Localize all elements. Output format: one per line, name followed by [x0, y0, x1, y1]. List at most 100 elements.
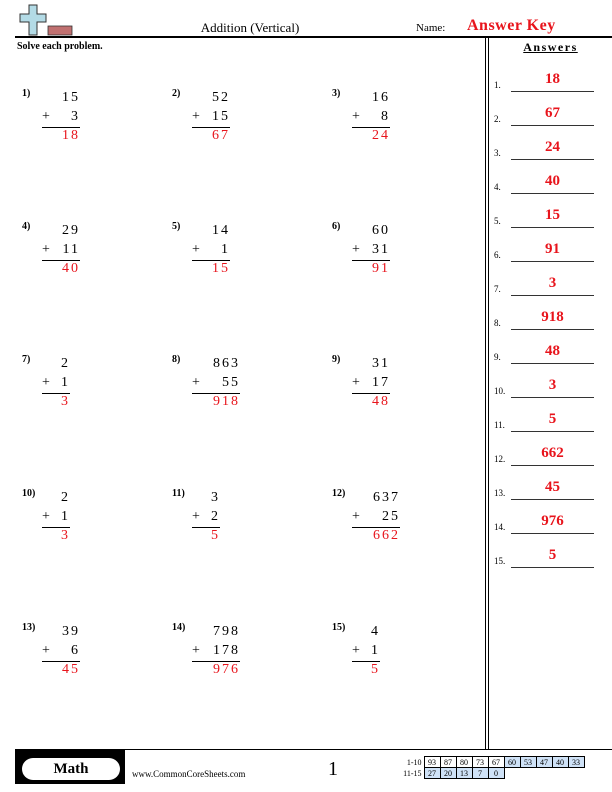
score-cell: 0	[487, 767, 505, 779]
answer-row: 2. 67	[494, 105, 609, 126]
answer-value: 918	[541, 309, 564, 325]
answer-blank-line	[511, 124, 594, 126]
sum-answer: 5	[211, 528, 220, 543]
addend-row: +17	[352, 375, 390, 394]
answer-row: 15. 5	[494, 547, 609, 568]
answer-value: 91	[545, 241, 560, 257]
sum-answer: 5	[371, 662, 380, 677]
sum-answer: 662	[373, 528, 400, 543]
problem-number: 11)	[172, 488, 185, 499]
addend-top: 60	[372, 223, 390, 238]
answer-blank-line	[511, 226, 594, 228]
problem-number: 14)	[172, 622, 186, 633]
problem-stack: 798 +178 976	[192, 624, 240, 681]
problem-number: 13)	[22, 622, 36, 633]
problem-stack: 4 +1 5	[352, 624, 380, 681]
score-cell: 73	[471, 756, 489, 768]
answer-row: 9. 48	[494, 343, 609, 364]
addend-bottom: 17	[372, 375, 390, 390]
answer-row: 1. 18	[494, 71, 609, 92]
answer-value: 18	[545, 71, 560, 87]
addend-row: +1	[192, 242, 230, 261]
problem: 7) 2 +1 3	[22, 354, 132, 434]
score-cell: 20	[439, 767, 457, 779]
sum-answer: 18	[62, 128, 80, 143]
problem: 2) 52 +15 67	[172, 88, 282, 168]
problem-number: 2)	[172, 88, 181, 99]
score-cell: 87	[439, 756, 457, 768]
answer-blank-line	[511, 328, 594, 330]
answer-number: 10.	[494, 386, 506, 396]
score-cell: 53	[519, 756, 537, 768]
answer-row: 3. 24	[494, 139, 609, 160]
problem-number: 4)	[22, 221, 31, 232]
score-cell: 13	[455, 767, 473, 779]
addend-row: +6	[42, 643, 80, 662]
answer-number: 3.	[494, 148, 501, 158]
answer-blank-line	[511, 192, 594, 194]
problem-stack: 29 +11 40	[42, 223, 80, 280]
answer-value: 662	[541, 445, 564, 461]
plus-sign-icon: +	[42, 375, 52, 390]
answer-row: 7. 3	[494, 275, 609, 296]
answer-row: 13. 45	[494, 479, 609, 500]
answer-blank-line	[511, 90, 594, 92]
plus-sign-icon: +	[352, 375, 362, 390]
addend-bottom: 1	[61, 375, 70, 390]
answer-number: 2.	[494, 114, 501, 124]
sum-answer: 91	[372, 261, 390, 276]
sum-answer: 976	[213, 662, 240, 677]
plus-sign-icon: +	[192, 643, 202, 658]
answer-number: 5.	[494, 216, 501, 226]
answer-number: 6.	[494, 250, 501, 260]
addend-bottom: 8	[381, 109, 390, 124]
addend-top: 637	[373, 490, 400, 505]
problem-number: 1)	[22, 88, 31, 99]
worksheet-title: Addition (Vertical)	[200, 20, 300, 35]
plus-sign-icon: +	[42, 509, 52, 524]
plus-sign-icon: +	[192, 375, 202, 390]
problem: 6) 60 +31 91	[332, 221, 442, 301]
problem-stack: 14 +1 15	[192, 223, 230, 280]
score-cell: 93	[423, 756, 441, 768]
answer-row: 12. 662	[494, 445, 609, 466]
plus-sign-logo-icon	[15, 4, 75, 36]
addend-row: +55	[192, 375, 240, 394]
problem-number: 7)	[22, 354, 31, 365]
sum-answer: 40	[62, 261, 80, 276]
problem: 14) 798 +178 976	[172, 622, 282, 702]
website-link[interactable]: www.CommonCoreSheets.com	[132, 769, 245, 779]
addend-top: 2	[61, 356, 70, 371]
addend-row: +1	[42, 509, 70, 528]
problem-stack: 16 +8 24	[352, 90, 390, 147]
answer-value: 3	[548, 377, 557, 393]
addend-top: 52	[212, 90, 230, 105]
subject-badge: Math	[22, 758, 120, 780]
addend-bottom: 1	[61, 509, 70, 524]
answer-row: 8. 918	[494, 309, 609, 330]
answer-blank-line	[511, 294, 594, 296]
addend-top: 798	[213, 624, 240, 639]
score-cell: 33	[567, 756, 585, 768]
addend-row: +1	[42, 375, 70, 394]
addend-row: +2	[192, 509, 220, 528]
problem: 4) 29 +11 40	[22, 221, 132, 301]
answer-row: 4. 40	[494, 173, 609, 194]
answer-value: 45	[545, 479, 560, 495]
plus-sign-icon: +	[42, 643, 52, 658]
name-value: Answer Key	[467, 17, 556, 34]
answer-number: 11.	[494, 420, 505, 430]
addend-row: +15	[192, 109, 230, 128]
problem: 3) 16 +8 24	[332, 88, 442, 168]
addend-row: +3	[42, 109, 80, 128]
problem-number: 3)	[332, 88, 341, 99]
answer-blank-line	[511, 260, 594, 262]
problem-number: 8)	[172, 354, 181, 365]
answer-number: 9.	[494, 352, 501, 362]
answer-row: 5. 15	[494, 207, 609, 228]
answers-heading: Answers	[523, 40, 578, 54]
addend-bottom: 178	[213, 643, 240, 658]
problem-stack: 31 +17 48	[352, 356, 390, 413]
answer-blank-line	[511, 158, 594, 160]
score-cell: 40	[551, 756, 569, 768]
